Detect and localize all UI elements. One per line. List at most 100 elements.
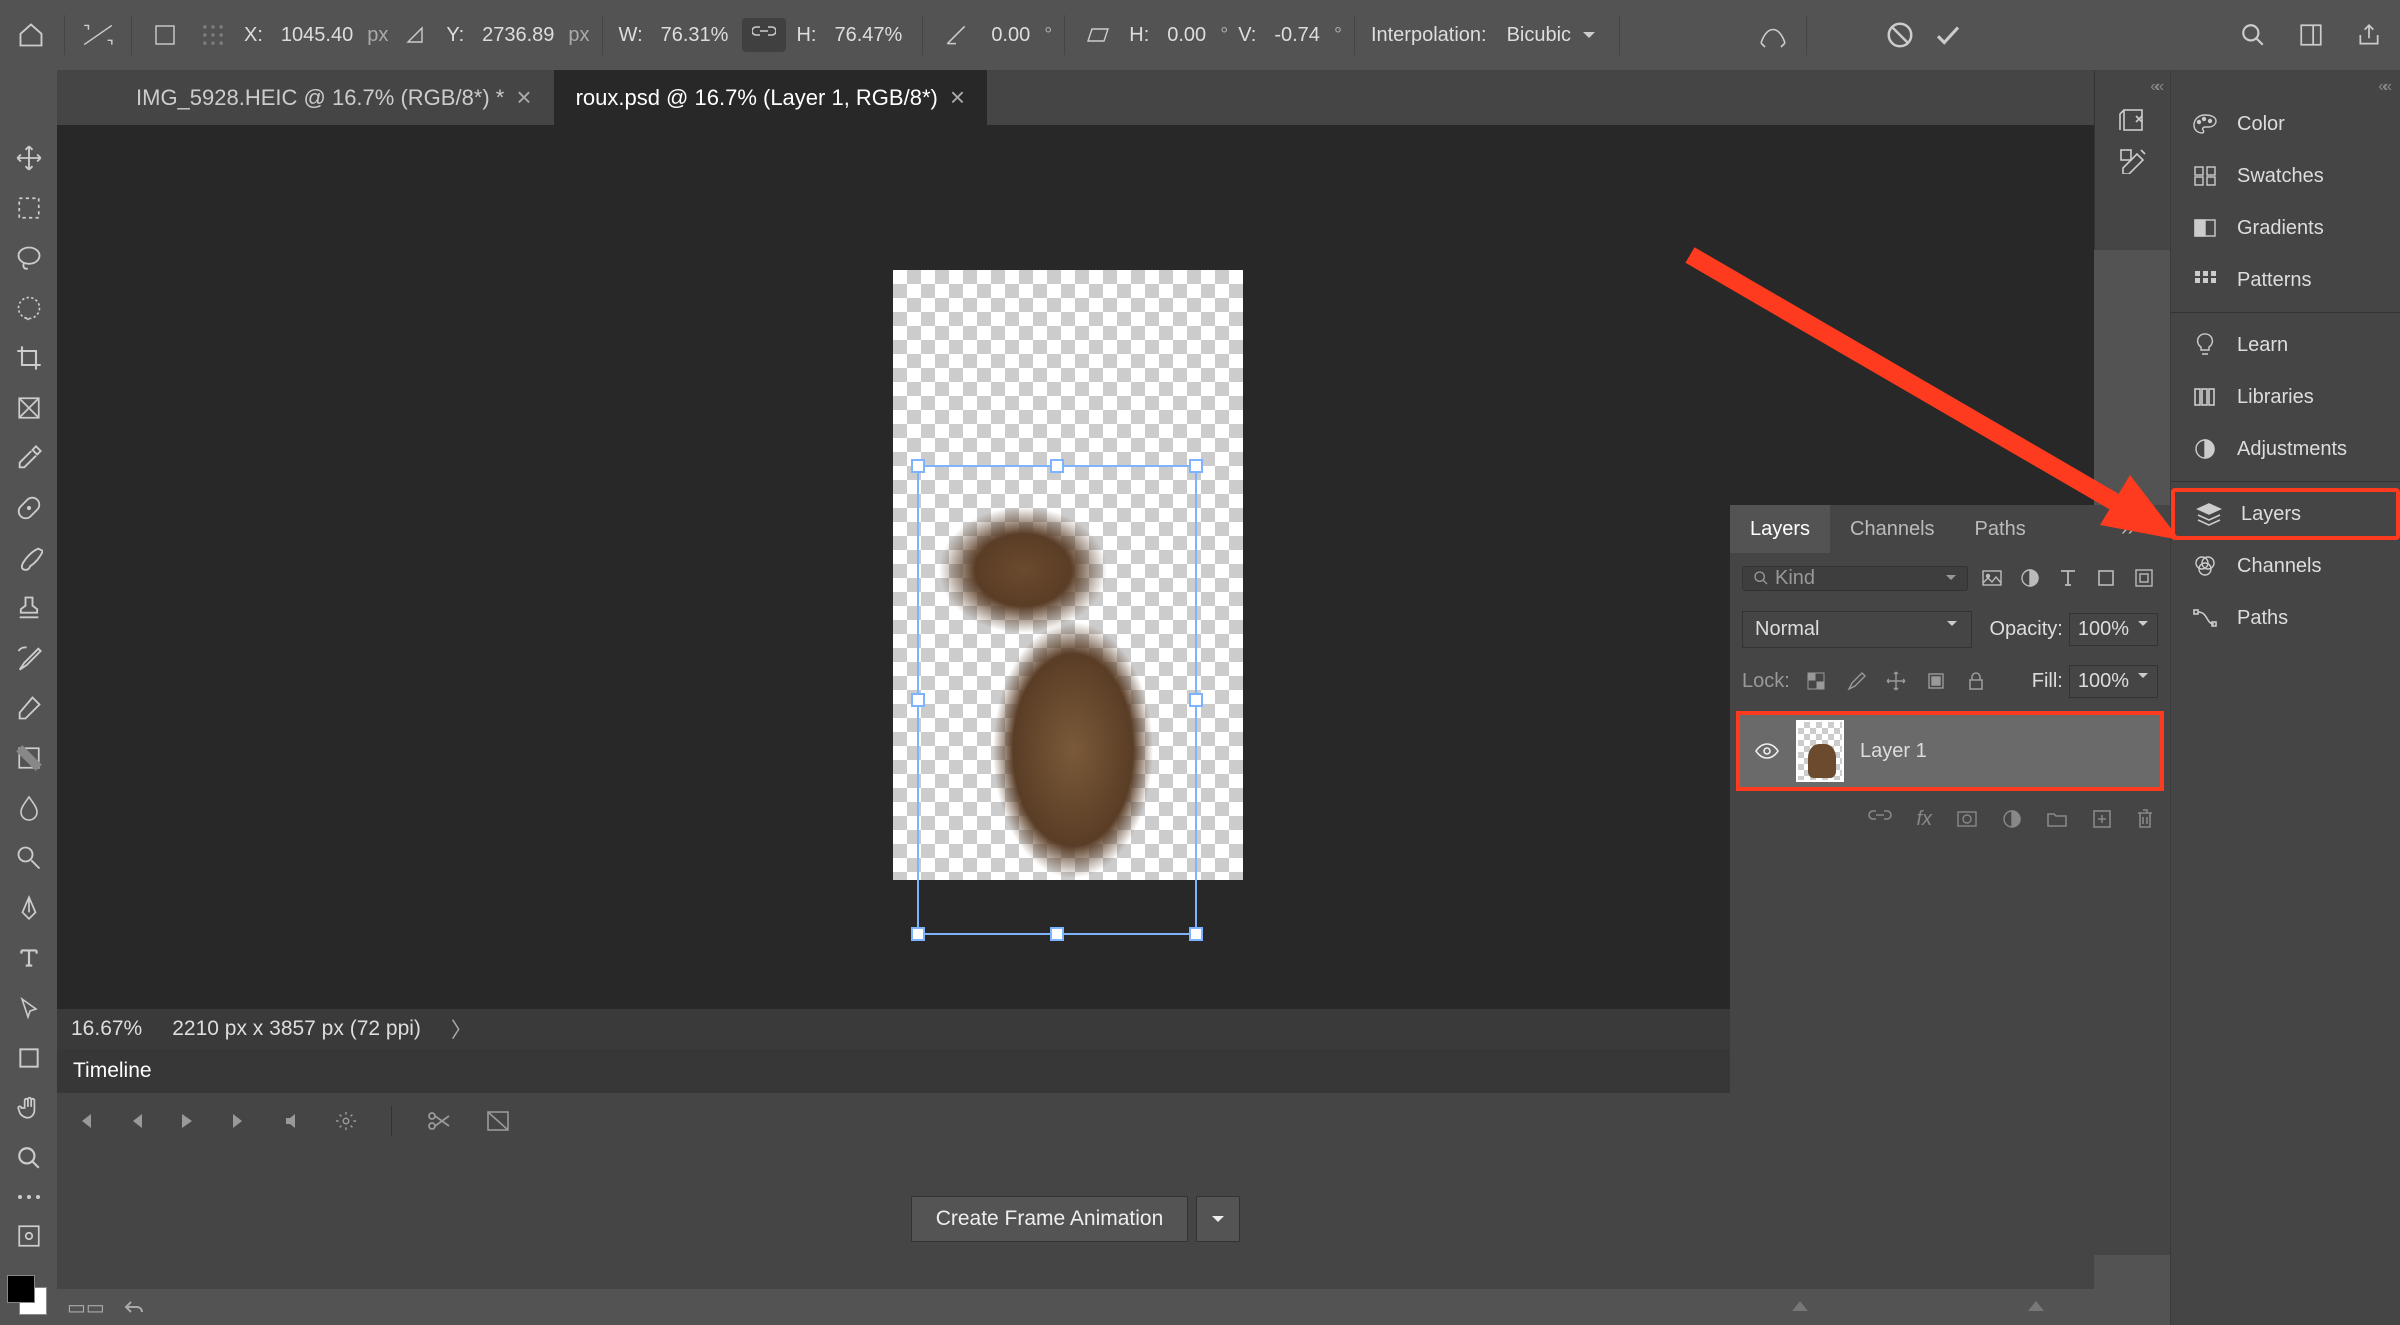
dock-item-paths[interactable]: Paths (2171, 592, 2400, 644)
frame-animation-dropdown[interactable] (1196, 1196, 1240, 1242)
close-icon[interactable]: × (950, 82, 965, 113)
delete-layer-icon[interactable] (2136, 808, 2154, 830)
quick-select-tool-icon[interactable] (8, 287, 50, 329)
group-icon[interactable] (2046, 810, 2068, 828)
next-frame-icon[interactable] (229, 1111, 249, 1131)
split-icon[interactable] (426, 1110, 452, 1132)
dock-item-gradients[interactable]: Gradients (2171, 202, 2400, 254)
lock-all-icon[interactable] (1962, 667, 1990, 695)
eyedropper-tool-icon[interactable] (8, 437, 50, 479)
new-layer-icon[interactable] (2092, 809, 2112, 829)
gradient-tool-icon[interactable] (8, 737, 50, 779)
filter-shape-icon[interactable] (2092, 564, 2120, 592)
toggle-icon[interactable]: ▭▭ (67, 1295, 105, 1320)
dock-item-libraries[interactable]: Libraries (2171, 371, 2400, 423)
close-icon[interactable]: × (516, 82, 531, 113)
rectangle-tool-icon[interactable] (8, 1037, 50, 1079)
lock-transparent-icon[interactable] (1802, 667, 1830, 695)
reference-point-icon[interactable] (144, 14, 186, 56)
filter-type-icon[interactable] (2054, 564, 2082, 592)
dock-item-adjustments[interactable]: Adjustments (2171, 423, 2400, 475)
layer-thumbnail[interactable] (1796, 720, 1844, 782)
cancel-transform-icon[interactable] (1879, 14, 1921, 56)
transform-handle[interactable] (911, 693, 925, 707)
visibility-icon[interactable] (1754, 741, 1780, 761)
prev-frame-icon[interactable] (129, 1112, 145, 1130)
transform-handle[interactable] (911, 927, 925, 941)
warp-mode-icon[interactable] (1752, 14, 1794, 56)
eraser-tool-icon[interactable] (8, 687, 50, 729)
workspace-icon[interactable] (2290, 14, 2332, 56)
transform-handle[interactable] (911, 459, 925, 473)
audio-icon[interactable] (283, 1112, 301, 1130)
home-icon[interactable] (10, 14, 52, 56)
create-frame-animation[interactable]: Create Frame Animation (911, 1196, 1241, 1242)
transform-handle[interactable] (1189, 459, 1203, 473)
w-value[interactable]: 76.31% (653, 20, 737, 51)
dock-item-swatches[interactable]: Swatches (2171, 150, 2400, 202)
filter-pixel-icon[interactable] (1978, 564, 2006, 592)
filter-adjust-icon[interactable] (2016, 564, 2044, 592)
interpolation-dropdown[interactable]: Bicubic (1497, 18, 1607, 53)
layer-fx-icon[interactable]: fx (1916, 808, 1932, 831)
collapse-mini-icon[interactable]: «« (2150, 78, 2160, 96)
layer-row[interactable]: Layer 1 (1736, 711, 2164, 791)
frame-tool-icon[interactable] (8, 387, 50, 429)
hand-tool-icon[interactable] (8, 1087, 50, 1129)
undo-icon[interactable] (123, 1298, 145, 1316)
dock-item-channels[interactable]: Channels (2171, 540, 2400, 592)
lock-image-icon[interactable] (1842, 667, 1870, 695)
zoom-tool-icon[interactable] (8, 1137, 50, 1179)
filter-smart-icon[interactable] (2130, 564, 2158, 592)
crop-tool-icon[interactable] (8, 337, 50, 379)
angle-value[interactable]: 0.00 (983, 20, 1038, 51)
blur-tool-icon[interactable] (8, 787, 50, 829)
go-to-first-icon[interactable] (75, 1111, 95, 1131)
tab-document-1[interactable]: IMG_5928.HEIC @ 16.7% (RGB/8*) * × (114, 70, 554, 125)
commit-transform-icon[interactable] (1927, 14, 1969, 56)
play-icon[interactable] (179, 1112, 195, 1130)
dock-item-layers[interactable]: Layers (2171, 488, 2400, 540)
layer-name[interactable]: Layer 1 (1860, 740, 1927, 763)
dodge-tool-icon[interactable] (8, 837, 50, 879)
anchor-triangle-icon[interactable] (394, 14, 436, 56)
link-layers-icon[interactable] (1868, 810, 1892, 828)
history-icon[interactable] (2118, 106, 2148, 134)
link-wh-icon[interactable] (742, 18, 786, 52)
history-brush-tool-icon[interactable] (8, 637, 50, 679)
status-more-icon[interactable]: 〉 (451, 1014, 472, 1044)
blend-mode-dropdown[interactable]: Normal (1742, 611, 1972, 648)
adjustment-layer-icon[interactable] (2002, 809, 2022, 829)
frame-animation-button[interactable]: Create Frame Animation (911, 1196, 1189, 1242)
lock-artboard-icon[interactable] (1922, 667, 1950, 695)
properties-icon[interactable] (2119, 148, 2147, 174)
skew-h-value[interactable]: 0.00 (1159, 20, 1214, 51)
share-icon[interactable] (2348, 14, 2390, 56)
edit-toolbar-icon[interactable] (8, 1215, 50, 1257)
settings-icon[interactable] (335, 1110, 357, 1132)
lasso-tool-icon[interactable] (8, 237, 50, 279)
dock-item-color[interactable]: Color (2171, 98, 2400, 150)
transform-handle[interactable] (1050, 927, 1064, 941)
free-transform-icon[interactable] (77, 14, 119, 56)
transform-handle[interactable] (1189, 693, 1203, 707)
more-tools-icon[interactable] (8, 1187, 50, 1207)
search-icon[interactable] (2232, 14, 2274, 56)
transform-handle[interactable] (1189, 927, 1203, 941)
pen-tool-icon[interactable] (8, 887, 50, 929)
stamp-tool-icon[interactable] (8, 587, 50, 629)
transition-icon[interactable] (486, 1110, 510, 1132)
transform-handle[interactable] (1050, 459, 1064, 473)
zoom-level[interactable]: 16.67% (71, 1017, 142, 1041)
dock-item-patterns[interactable]: Patterns (2171, 254, 2400, 306)
fill-input[interactable]: 100% (2069, 665, 2158, 698)
x-value[interactable]: 1045.40 (273, 20, 361, 51)
lock-position-icon[interactable] (1882, 667, 1910, 695)
dock-item-learn[interactable]: Learn (2171, 319, 2400, 371)
y-value[interactable]: 2736.89 (474, 20, 562, 51)
type-tool-icon[interactable] (8, 937, 50, 979)
tab-document-2[interactable]: roux.psd @ 16.7% (Layer 1, RGB/8*) × (554, 70, 987, 125)
collapse-dock-icon[interactable]: «« (2378, 78, 2388, 96)
move-tool-icon[interactable] (8, 137, 50, 179)
reference-grid-icon[interactable] (192, 14, 234, 56)
